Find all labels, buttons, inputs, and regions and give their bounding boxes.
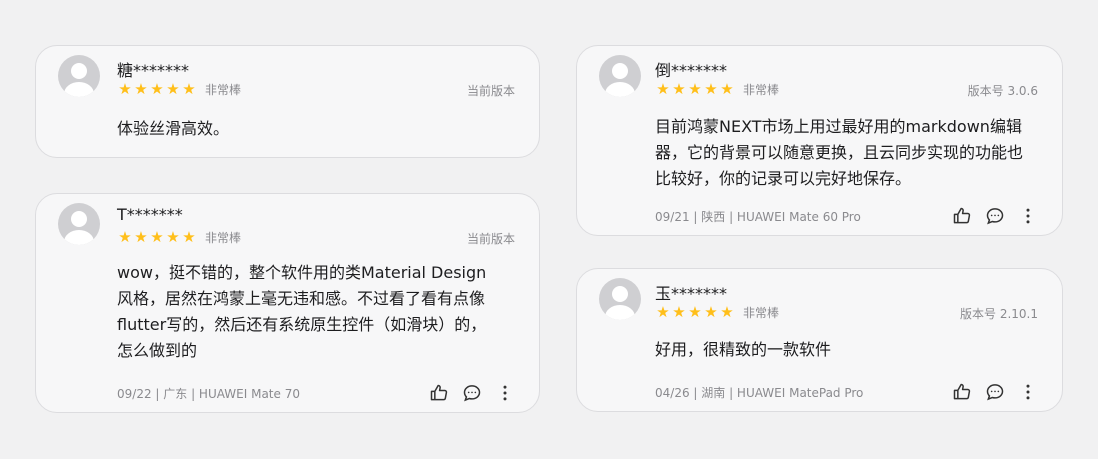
review-actions [418, 382, 517, 404]
review-meta: 09/21 | 陕西 | HUAWEI Mate 60 Pro [655, 210, 861, 224]
rating-label: 非常棒 [743, 82, 780, 97]
star-icon: ★ [166, 80, 180, 98]
more-vertical-icon[interactable] [1016, 381, 1040, 403]
rating-label: 非常棒 [743, 305, 780, 320]
star-icon: ★ [118, 80, 132, 98]
review-card: 糖******* ★ ★ ★ ★ ★ 非常棒 当前版本 体验丝滑高效。 [35, 45, 540, 158]
star-icon: ★ [656, 303, 670, 321]
star-rating: ★ ★ ★ ★ ★ 非常棒 [655, 81, 779, 97]
star-icon: ★ [720, 80, 734, 98]
app-version: 版本号 2.10.1 [960, 307, 1038, 321]
star-icon: ★ [166, 228, 180, 246]
thumbs-up-icon[interactable] [950, 205, 974, 227]
star-icon: ★ [182, 228, 196, 246]
star-icon: ★ [720, 303, 734, 321]
review-text: 体验丝滑高效。 [117, 119, 230, 138]
star-icon: ★ [150, 228, 164, 246]
comment-icon[interactable] [460, 382, 484, 404]
review-text: 好用，很精致的一款软件 [655, 340, 832, 359]
avatar [58, 55, 100, 97]
star-rating: ★ ★ ★ ★ ★ 非常棒 [655, 304, 779, 320]
more-vertical-icon[interactable] [493, 382, 517, 404]
app-version: 当前版本 [466, 84, 515, 98]
star-icon: ★ [688, 80, 702, 98]
reviewer-name: T******* [117, 205, 183, 224]
star-icon: ★ [182, 80, 196, 98]
review-card: T******* ★ ★ ★ ★ ★ 非常棒 当前版本 wow，挺不错的，整个软… [35, 193, 540, 413]
star-rating: ★ ★ ★ ★ ★ 非常棒 [117, 229, 241, 245]
review-actions [941, 205, 1040, 227]
avatar [599, 278, 641, 320]
comment-icon[interactable] [983, 381, 1007, 403]
reviewer-name: 倒******* [655, 61, 728, 80]
review-text: wow，挺不错的，整个软件用的类Material Design风格，居然在鸿蒙上… [117, 263, 487, 360]
app-version: 版本号 3.0.6 [967, 84, 1038, 98]
review-meta: 04/26 | 湖南 | HUAWEI MatePad Pro [655, 386, 864, 400]
thumbs-up-icon[interactable] [427, 382, 451, 404]
star-icon: ★ [688, 303, 702, 321]
comment-icon[interactable] [983, 205, 1007, 227]
review-meta: 09/22 | 广东 | HUAWEI Mate 70 [117, 387, 300, 401]
star-icon: ★ [118, 228, 132, 246]
app-version: 当前版本 [466, 232, 515, 246]
star-icon: ★ [672, 80, 686, 98]
avatar [599, 55, 641, 97]
star-icon: ★ [134, 80, 148, 98]
reviewer-name: 糖******* [117, 61, 190, 80]
reviewer-name: 玉******* [655, 284, 728, 303]
star-rating: ★ ★ ★ ★ ★ 非常棒 [117, 81, 241, 97]
rating-label: 非常棒 [205, 82, 242, 97]
star-icon: ★ [150, 80, 164, 98]
star-icon: ★ [656, 80, 670, 98]
rating-label: 非常棒 [205, 230, 242, 245]
avatar [58, 203, 100, 245]
star-icon: ★ [704, 303, 718, 321]
thumbs-up-icon[interactable] [950, 381, 974, 403]
review-card: 倒******* ★ ★ ★ ★ ★ 非常棒 版本号 3.0.6 目前鸿蒙NEX… [576, 45, 1063, 236]
more-vertical-icon[interactable] [1016, 205, 1040, 227]
star-icon: ★ [672, 303, 686, 321]
star-icon: ★ [704, 80, 718, 98]
review-card: 玉******* ★ ★ ★ ★ ★ 非常棒 版本号 2.10.1 好用，很精致… [576, 268, 1063, 412]
review-text: 目前鸿蒙NEXT市场上用过最好用的markdown编辑器，它的背景可以随意更换，… [655, 117, 1024, 188]
star-icon: ★ [134, 228, 148, 246]
review-actions [941, 381, 1040, 403]
